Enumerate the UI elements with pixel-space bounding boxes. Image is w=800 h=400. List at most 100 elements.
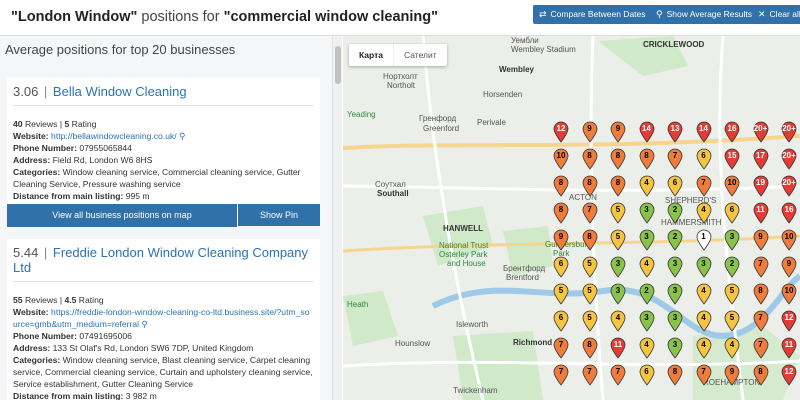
rank-pin[interactable]: 11 (781, 337, 797, 359)
rank-pin[interactable]: 7 (610, 364, 626, 386)
rank-pin[interactable]: 8 (582, 148, 598, 170)
tab-map[interactable]: Карта (349, 44, 393, 66)
rank-pin[interactable]: 11 (610, 337, 626, 359)
website-link[interactable]: https://freddie-london-window-cleaning-c… (13, 307, 309, 329)
rank-pin[interactable]: 9 (781, 256, 797, 278)
rank-pin[interactable]: 5 (724, 310, 740, 332)
rank-pin[interactable]: 4 (639, 175, 655, 197)
rank-pin[interactable]: 6 (667, 175, 683, 197)
rank-pin[interactable]: 13 (667, 121, 683, 143)
rank-pin[interactable]: 1 (696, 229, 712, 251)
rank-pin[interactable]: 3 (610, 283, 626, 305)
rank-pin[interactable]: 4 (696, 202, 712, 224)
rank-pin[interactable]: 5 (610, 229, 626, 251)
rank-pin[interactable]: 3 (639, 310, 655, 332)
rank-pin[interactable]: 10 (553, 148, 569, 170)
rank-pin[interactable]: 14 (639, 121, 655, 143)
rank-pin[interactable]: 8 (753, 364, 769, 386)
rank-pin[interactable]: 8 (582, 175, 598, 197)
rank-pin[interactable]: 10 (781, 229, 797, 251)
rank-pin[interactable]: 2 (639, 283, 655, 305)
rank-pin[interactable]: 4 (639, 337, 655, 359)
rank-pin[interactable]: 6 (639, 364, 655, 386)
rank-pin[interactable]: 2 (724, 256, 740, 278)
rank-pin[interactable]: 3 (667, 256, 683, 278)
rank-pin[interactable]: 11 (753, 202, 769, 224)
rank-pin[interactable]: 5 (582, 310, 598, 332)
rank-pin[interactable]: 8 (582, 337, 598, 359)
rank-pin[interactable]: 12 (553, 121, 569, 143)
rank-pin[interactable]: 20+ (781, 148, 797, 170)
rank-pin[interactable]: 3 (667, 310, 683, 332)
scrollbar-thumb[interactable] (335, 46, 341, 84)
business-name-link[interactable]: Freddie London Window Cleaning Company L… (13, 245, 308, 275)
rank-pin[interactable]: 10 (724, 175, 740, 197)
rank-pin[interactable]: 6 (553, 310, 569, 332)
clear-all-button[interactable]: ✕ Clear all (752, 5, 800, 24)
rank-pin[interactable]: 5 (582, 256, 598, 278)
compare-dates-button[interactable]: ⇄ Compare Between Dates (533, 5, 652, 24)
search-icon[interactable]: ⚲ (142, 319, 148, 329)
show-pin-button[interactable]: Show Pin (237, 204, 320, 226)
rank-pin[interactable]: 5 (724, 283, 740, 305)
rank-pin[interactable]: 7 (753, 256, 769, 278)
rank-pin[interactable]: 8 (553, 175, 569, 197)
view-all-positions-button[interactable]: View all business positions on map (7, 204, 237, 227)
rank-pin[interactable]: 7 (553, 337, 569, 359)
rank-pin[interactable]: 4 (639, 256, 655, 278)
tab-satellite[interactable]: Сателит (393, 44, 447, 66)
rank-pin[interactable]: 4 (696, 283, 712, 305)
rank-pin[interactable]: 6 (724, 202, 740, 224)
rank-pin[interactable]: 5 (610, 202, 626, 224)
rank-pin[interactable]: 8 (639, 148, 655, 170)
rank-pin[interactable]: 3 (696, 256, 712, 278)
rank-pin[interactable]: 20+ (781, 121, 797, 143)
rank-pin[interactable]: 4 (724, 337, 740, 359)
rank-pin[interactable]: 3 (639, 229, 655, 251)
website-link[interactable]: http://bellawindowcleaning.co.uk/ (51, 131, 177, 141)
rank-pin[interactable]: 5 (582, 283, 598, 305)
business-name-link[interactable]: Bella Window Cleaning (53, 84, 187, 99)
rank-pin[interactable]: 8 (610, 175, 626, 197)
rank-pin[interactable]: 6 (553, 256, 569, 278)
rank-pin[interactable]: 8 (610, 148, 626, 170)
rank-pin[interactable]: 10 (781, 283, 797, 305)
rank-pin[interactable]: 7 (753, 337, 769, 359)
rank-pin[interactable]: 3 (639, 202, 655, 224)
rank-pin[interactable]: 7 (753, 310, 769, 332)
rank-pin[interactable]: 2 (667, 202, 683, 224)
rank-pin[interactable]: 6 (696, 148, 712, 170)
rank-pin[interactable]: 7 (667, 148, 683, 170)
rank-pin[interactable]: 8 (753, 283, 769, 305)
rank-pin[interactable]: 2 (667, 229, 683, 251)
rank-pin[interactable]: 7 (582, 364, 598, 386)
rank-pin[interactable]: 4 (696, 310, 712, 332)
rank-pin[interactable]: 8 (582, 229, 598, 251)
rank-pin[interactable]: 7 (696, 364, 712, 386)
show-average-button[interactable]: ⚲ Show Average Results (650, 5, 758, 24)
rank-pin[interactable]: 9 (724, 364, 740, 386)
rank-pin[interactable]: 7 (696, 175, 712, 197)
rank-pin[interactable]: 20+ (753, 121, 769, 143)
rank-pin[interactable]: 17 (753, 148, 769, 170)
rank-pin[interactable]: 4 (696, 337, 712, 359)
rank-pin[interactable]: 12 (781, 310, 797, 332)
rank-pin[interactable]: 3 (667, 283, 683, 305)
rank-pin[interactable]: 19 (753, 175, 769, 197)
rank-pin[interactable]: 8 (667, 364, 683, 386)
rank-pin[interactable]: 15 (724, 148, 740, 170)
rank-pin[interactable]: 9 (753, 229, 769, 251)
rank-pin[interactable]: 9 (610, 121, 626, 143)
rank-pin[interactable]: 3 (667, 337, 683, 359)
rank-pin[interactable]: 16 (724, 121, 740, 143)
rank-pin[interactable]: 4 (610, 310, 626, 332)
left-panel-scrollbar[interactable] (332, 36, 342, 400)
rank-pin[interactable]: 16 (781, 202, 797, 224)
rank-pin[interactable]: 9 (582, 121, 598, 143)
rank-pin[interactable]: 7 (553, 364, 569, 386)
rank-pin[interactable]: 3 (724, 229, 740, 251)
rank-pin[interactable]: 14 (696, 121, 712, 143)
search-icon[interactable]: ⚲ (179, 131, 185, 141)
rank-pin[interactable]: 5 (553, 283, 569, 305)
rank-pin[interactable]: 9 (553, 229, 569, 251)
